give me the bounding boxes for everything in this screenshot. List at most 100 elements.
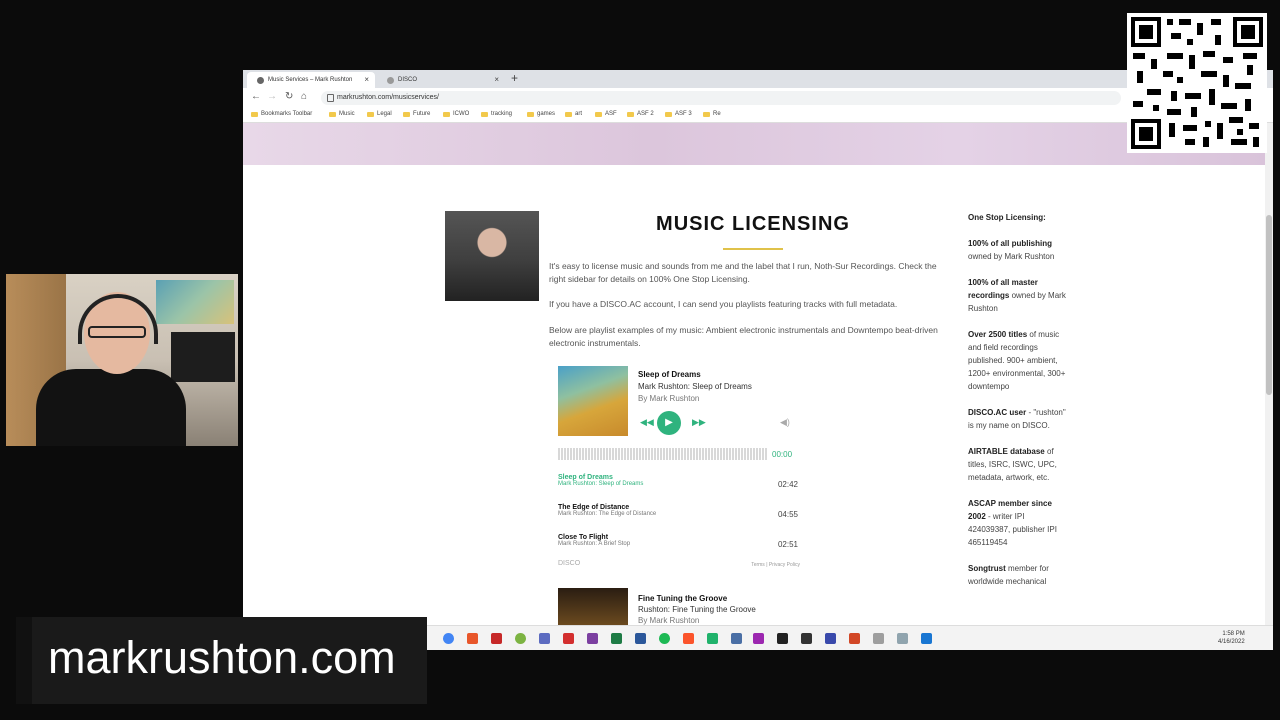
licensing-sidebar: One Stop Licensing: 100% of all publishi… (968, 211, 1068, 601)
bookmark-item[interactable]: games (527, 111, 555, 117)
track-row[interactable]: Sleep of Dreams Mark Rushton: Sleep of D… (558, 474, 798, 489)
track-row[interactable]: The Edge of Distance Mark Rushton: The E… (558, 504, 798, 519)
folder-icon (403, 111, 410, 117)
home-icon[interactable]: ⌂ (301, 91, 307, 102)
playback-time: 00:00 (772, 450, 793, 459)
caption-edge (16, 617, 32, 704)
app-icon[interactable] (777, 633, 788, 644)
volume-icon[interactable]: ◀) (780, 417, 790, 428)
waveform-scrubber[interactable] (558, 448, 768, 460)
presenter-body (36, 369, 186, 446)
tab-disco[interactable]: DISCO × (377, 72, 505, 88)
disco-brand[interactable]: DISCO (558, 560, 580, 567)
album-cover[interactable] (558, 366, 628, 436)
chrome-icon[interactable] (443, 633, 454, 644)
player-subtitle: Mark Rushton: Sleep of Dreams (638, 382, 752, 391)
sidebar-heading: One Stop Licensing: (968, 213, 1046, 222)
track-subtitle: Mark Rushton: A Brief Stop (558, 541, 631, 547)
glasses (88, 326, 146, 338)
system-clock[interactable]: 1:58 PM 4/16/2022 (1218, 630, 1245, 646)
webcam-overlay (6, 274, 238, 446)
folder-icon (665, 111, 672, 117)
track-duration: 04:55 (777, 510, 798, 519)
bookmark-item[interactable]: ICWO (443, 111, 469, 117)
app-icon[interactable] (897, 633, 908, 644)
app-icon[interactable] (753, 633, 764, 644)
tab-label: DISCO (398, 77, 418, 83)
bookmark-item[interactable]: ASF 2 (627, 111, 654, 117)
app-icon[interactable] (825, 633, 836, 644)
terms-link[interactable]: Terms | Privacy Policy (751, 562, 800, 568)
sidebar-item: 100% of all publishing owned by Mark Rus… (968, 239, 1055, 261)
track-title: The Edge of Distance (558, 504, 630, 511)
app-icon[interactable] (515, 633, 526, 644)
play-button[interactable]: ▶ (657, 411, 681, 435)
hero-banner (243, 123, 1265, 165)
powerpoint-icon[interactable] (849, 633, 860, 644)
app-icon[interactable] (467, 633, 478, 644)
player-artist: By Mark Rushton (638, 616, 700, 625)
player-title: Sleep of Dreams (638, 370, 701, 379)
sidebar-item: 100% of all master recordings owned by M… (968, 278, 1066, 313)
close-tab-icon[interactable]: × (364, 75, 369, 84)
track-title: Sleep of Dreams (558, 474, 613, 481)
bookmark-item[interactable]: ASF (595, 111, 617, 117)
forward-icon[interactable]: → (267, 91, 277, 102)
nav-bar: ← → ↻ ⌂ markrushton.com/musicservices/ (243, 88, 1273, 108)
folder-icon (627, 111, 634, 117)
brave-icon[interactable] (683, 633, 694, 644)
author-portrait (445, 211, 539, 301)
disco-paragraph: If you have a DISCO.AC account, I can se… (549, 299, 898, 309)
app-icon[interactable] (491, 633, 502, 644)
app-icon[interactable] (921, 633, 932, 644)
lock-icon (327, 94, 334, 102)
tab-music-services[interactable]: Music Services – Mark Rushton × (247, 72, 375, 88)
app-icon[interactable] (539, 633, 550, 644)
track-duration: 02:51 (777, 540, 798, 549)
track-duration: 02:42 (777, 480, 798, 489)
folder-icon (481, 111, 488, 117)
calculator-icon[interactable] (731, 633, 742, 644)
tab-label: Music Services – Mark Rushton (268, 77, 353, 83)
bookmark-item[interactable]: tracking (481, 111, 512, 117)
app-icon[interactable] (801, 633, 812, 644)
app-icon[interactable] (563, 633, 574, 644)
bookmark-item[interactable]: Re (703, 111, 721, 117)
bookmark-item[interactable]: Future (403, 111, 430, 117)
bookmark-item[interactable]: ASF 3 (665, 111, 692, 117)
bookmark-item[interactable]: art (565, 111, 582, 117)
close-tab-icon[interactable]: × (494, 75, 499, 84)
bookmark-item[interactable]: Music (329, 111, 355, 117)
track-subtitle: Mark Rushton: The Edge of Distance (558, 511, 657, 517)
website-caption: markrushton.com (48, 632, 396, 683)
bookmarks-bar: Bookmarks Toolbar Music Legal Future ICW… (243, 108, 1273, 123)
player-artist: By Mark Rushton (638, 394, 700, 403)
page-title: MUSIC LICENSING (656, 213, 850, 235)
spotify-icon[interactable] (659, 633, 670, 644)
app-icon[interactable] (873, 633, 884, 644)
previous-icon[interactable]: ◀◀ (640, 417, 654, 428)
new-tab-icon[interactable]: + (511, 71, 518, 85)
onenote-icon[interactable] (587, 633, 598, 644)
address-bar[interactable]: markrushton.com/musicservices/ (321, 91, 1121, 105)
excel-icon[interactable] (611, 633, 622, 644)
browser-window: Music Services – Mark Rushton × DISCO × … (243, 70, 1273, 650)
reload-icon[interactable]: ↻ (285, 91, 293, 102)
app-icon[interactable] (707, 633, 718, 644)
sidebar-item: DISCO.AC user - "rushton" is my name on … (968, 408, 1066, 430)
scrollbar-thumb[interactable] (1266, 215, 1272, 395)
globe-icon (257, 76, 264, 84)
back-icon[interactable]: ← (251, 91, 261, 102)
sidebar-item: ASCAP member since 2002 - writer IPI 424… (968, 499, 1057, 547)
track-row[interactable]: Close To Flight Mark Rushton: A Brief St… (558, 534, 798, 549)
sidebar-item: Over 2500 titles of music and field reco… (968, 330, 1066, 391)
word-icon[interactable] (635, 633, 646, 644)
next-icon[interactable]: ▶▶ (692, 417, 706, 428)
sidebar-item: AIRTABLE database of titles, ISRC, ISWC,… (968, 447, 1057, 482)
folder-icon (527, 111, 534, 117)
folder-icon (443, 111, 450, 117)
folder-icon (565, 111, 572, 117)
bookmark-item[interactable]: Legal (367, 111, 392, 117)
bookmark-item[interactable]: Bookmarks Toolbar (251, 111, 312, 117)
track-subtitle: Mark Rushton: Sleep of Dreams (558, 481, 644, 487)
